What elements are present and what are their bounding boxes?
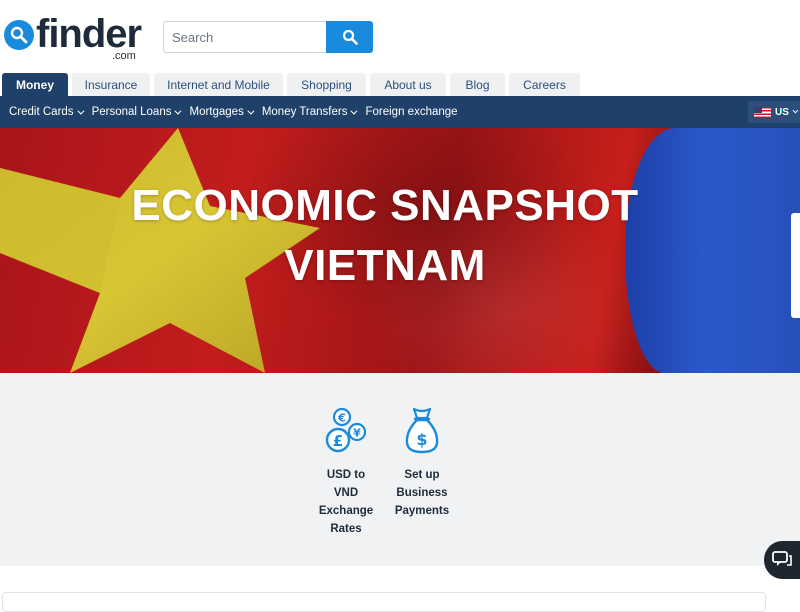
svg-text:$: $ xyxy=(416,430,427,449)
quick-link-label: USD to VND Exchange Rates xyxy=(318,469,374,535)
tab-internet-and-mobile[interactable]: Internet and Mobile xyxy=(154,73,283,96)
tab-money[interactable]: Money xyxy=(2,73,68,96)
svg-text:€: € xyxy=(337,412,346,425)
locale-selector[interactable]: US xyxy=(748,101,800,123)
subnav-foreign-exchange[interactable]: Foreign exchange xyxy=(365,106,457,118)
money-bag-icon: $ xyxy=(405,407,439,454)
subnav-mortgages[interactable]: Mortgages xyxy=(189,106,255,118)
currency-coins-icon: € ¥ £ xyxy=(325,407,367,453)
locale-label: US xyxy=(775,106,789,118)
sub-navigation: Credit Cards Personal Loans Mortgages Mo… xyxy=(0,96,800,128)
search-input[interactable] xyxy=(163,21,326,53)
logo-domain: .com xyxy=(112,50,136,62)
hero-banner: ECONOMIC SNAPSHOT VIETNAM xyxy=(0,128,800,373)
tab-insurance[interactable]: Insurance xyxy=(72,73,150,96)
subnav-label: Mortgages xyxy=(189,106,244,118)
search-button[interactable] xyxy=(326,21,373,53)
quick-link-label: Set up Business Payments xyxy=(394,469,450,517)
hero-title: ECONOMIC SNAPSHOT VIETNAM xyxy=(0,176,770,296)
tab-careers[interactable]: Careers xyxy=(509,73,580,96)
quick-link-business-payments[interactable]: $ Set up Business Payments xyxy=(392,407,452,520)
subnav-label: Money Transfers xyxy=(261,106,348,118)
us-flag-icon xyxy=(754,106,771,118)
chevron-down-icon xyxy=(792,107,799,114)
search-bar xyxy=(163,21,373,53)
subnav-label: Personal Loans xyxy=(91,106,172,118)
side-tab[interactable] xyxy=(791,213,800,318)
quick-links-panel: € ¥ £ USD to VND Exchange Rates $ Set up… xyxy=(0,373,800,566)
tab-blog[interactable]: Blog xyxy=(450,73,505,96)
category-tabs: Money Insurance Internet and Mobile Shop… xyxy=(2,73,584,96)
chevron-down-icon xyxy=(174,107,182,115)
subnav-personal-loans[interactable]: Personal Loans xyxy=(91,106,182,118)
magnifier-logo-icon xyxy=(4,20,34,50)
chevron-down-icon xyxy=(350,107,358,115)
tab-about-us[interactable]: About us xyxy=(370,73,446,96)
subnav-label: Foreign exchange xyxy=(365,106,458,118)
quick-link-exchange-rates[interactable]: € ¥ £ USD to VND Exchange Rates xyxy=(316,407,376,538)
chat-button[interactable] xyxy=(764,541,800,579)
content-card xyxy=(2,592,766,612)
svg-text:£: £ xyxy=(333,432,343,450)
finder-logo[interactable]: finder .com xyxy=(4,12,144,62)
chevron-down-icon xyxy=(247,107,255,115)
site-header: finder .com xyxy=(0,0,800,72)
chat-bubble-icon xyxy=(772,551,792,566)
subnav-credit-cards[interactable]: Credit Cards xyxy=(9,106,85,118)
search-icon xyxy=(342,29,358,45)
hero-title-line: VIETNAM xyxy=(284,241,486,290)
tab-shopping[interactable]: Shopping xyxy=(287,73,366,96)
svg-text:¥: ¥ xyxy=(353,427,361,440)
subnav-money-transfers[interactable]: Money Transfers xyxy=(261,106,358,118)
subnav-label: Credit Cards xyxy=(9,106,74,118)
hero-title-line: ECONOMIC SNAPSHOT xyxy=(131,181,639,230)
chevron-down-icon xyxy=(76,107,85,115)
